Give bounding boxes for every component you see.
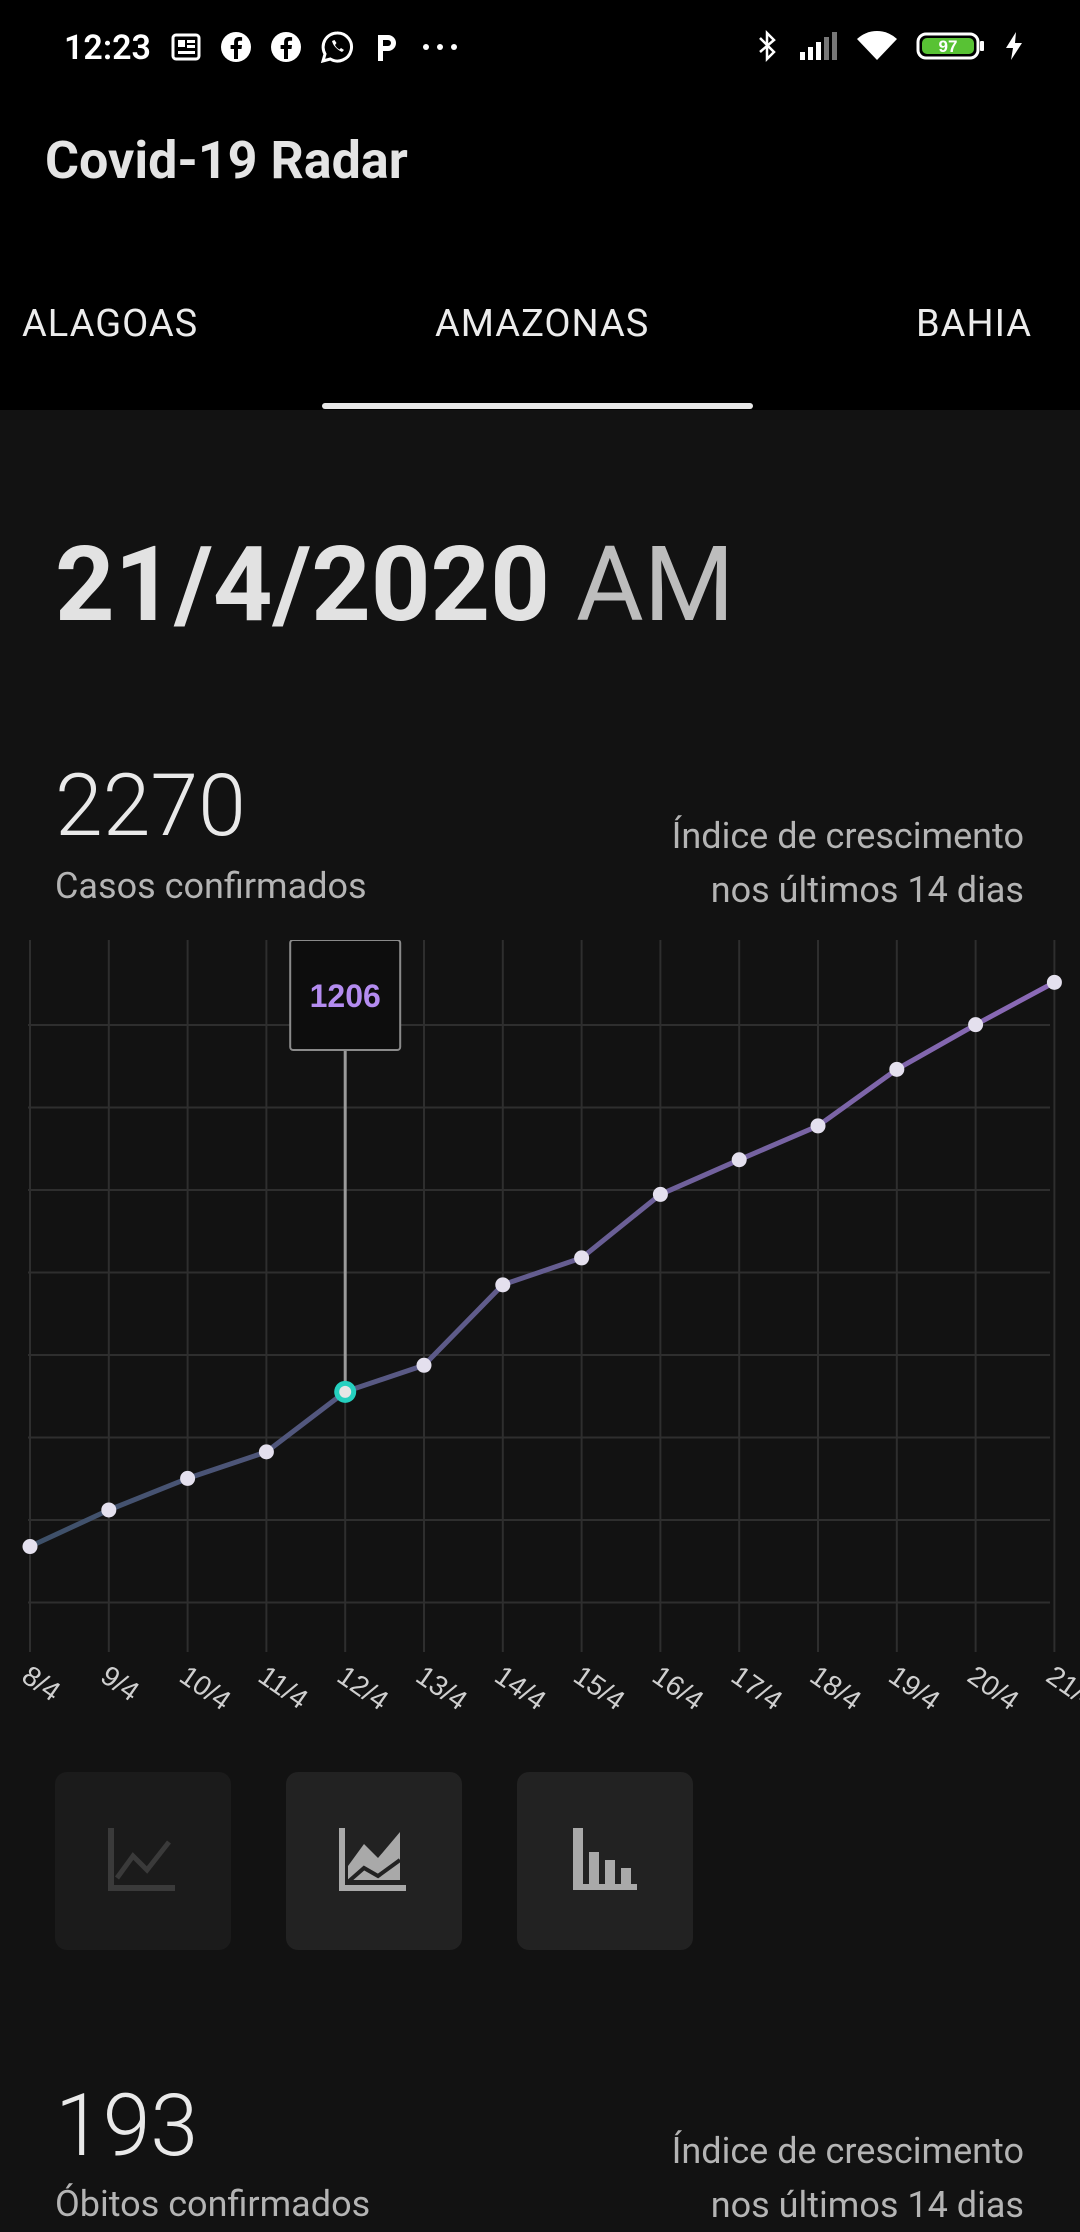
status-time: 12:23 [64, 28, 151, 68]
date-ampm: AM [575, 525, 735, 646]
data-point [101, 1502, 117, 1518]
facebook-icon [271, 32, 301, 62]
charging-icon [1006, 32, 1022, 60]
data-point [258, 1444, 274, 1460]
x-axis-label: 9/4 [95, 1660, 145, 1708]
confirmed-cases-chart[interactable]: 8/4 9/4 10/4 11/4 12/4 13/4 14/4 15/4 16/4 17/4 18… [0, 940, 1080, 1740]
deaths-growth-line2: nos últimos 14 dias [710, 2184, 1024, 2226]
data-point [968, 1017, 984, 1033]
x-axis-label: 13/4 [411, 1660, 473, 1717]
date-value: 21/4/2020 [55, 525, 550, 646]
p-app-icon [378, 35, 396, 61]
x-axis-labels: 8/4 9/4 10/4 11/4 12/4 13/4 14/4 15/4 16/4 17/4 18… [17, 1660, 1080, 1717]
x-axis-label: 14/4 [489, 1660, 551, 1717]
data-point [180, 1470, 196, 1486]
x-axis-label: 11/4 [253, 1660, 314, 1715]
bluetooth-icon [759, 29, 776, 63]
news-icon [171, 33, 201, 61]
confirmed-label: Casos confirmados [55, 865, 367, 907]
area-chart-button[interactable] [286, 1772, 462, 1950]
confirmed-growth-label: Índice de crescimento nos últimos 14 dia… [524, 809, 1024, 917]
confirmed-growth-line2: nos últimos 14 dias [710, 869, 1024, 911]
report-date: 21/4/2020 AM [55, 525, 735, 646]
facebook-icon [221, 32, 251, 62]
area-chart-icon [339, 1828, 406, 1891]
battery-level: 97 [939, 37, 958, 56]
x-axis-label: 17/4 [726, 1660, 788, 1717]
data-point [889, 1061, 905, 1077]
tab-indicator [322, 403, 753, 409]
x-axis-label: 15/4 [568, 1660, 630, 1717]
x-axis-label: 20/4 [962, 1660, 1024, 1717]
x-axis-label: 12/4 [332, 1660, 394, 1717]
data-point [731, 1152, 747, 1168]
status-bar: 12:23 97 [0, 0, 1080, 100]
system-icons: 97 [756, 28, 1024, 64]
x-axis-label: 18/4 [805, 1660, 867, 1717]
data-point-highlighted-center [339, 1385, 352, 1398]
deaths-growth-line1: Índice de crescimento [671, 2130, 1024, 2172]
data-point [574, 1250, 590, 1266]
wifi-icon [857, 31, 897, 60]
more-dots-icon [423, 44, 457, 50]
confirmed-growth-line1: Índice de crescimento [671, 815, 1024, 857]
data-point [22, 1539, 38, 1555]
data-point [1046, 974, 1062, 990]
tooltip-value: 1206 [310, 978, 381, 1014]
confirmed-count: 2270 [55, 755, 246, 856]
line-chart-icon [108, 1828, 175, 1891]
tab-alagoas[interactable]: ALAGOAS [22, 302, 198, 346]
deaths-growth-label: Índice de crescimento nos últimos 14 dia… [524, 2124, 1024, 2232]
deaths-count: 193 [55, 2075, 199, 2176]
data-point [416, 1357, 432, 1373]
deaths-label: Óbitos confirmados [55, 2183, 371, 2225]
bar-chart-button[interactable] [517, 1772, 693, 1950]
signal-icon [800, 32, 837, 60]
data-point [495, 1277, 511, 1293]
data-point [810, 1118, 826, 1134]
data-point [652, 1186, 668, 1202]
chart-grid [28, 940, 1056, 1652]
x-axis-label: 21/4 [1041, 1660, 1080, 1717]
x-axis-label: 10/4 [174, 1660, 236, 1717]
line-chart-button[interactable] [55, 1772, 231, 1950]
bar-chart-icon [573, 1828, 637, 1890]
app-bar: Covid-19 Radar [0, 100, 1080, 260]
tab-bahia[interactable]: BAHIA [916, 302, 1032, 346]
app-title: Covid-19 Radar [45, 130, 408, 191]
chart-tooltip: 1206 [289, 940, 402, 1051]
notification-icons [170, 30, 460, 64]
battery-icon: 97 [916, 32, 984, 60]
x-axis-label: 19/4 [883, 1660, 945, 1717]
x-axis-label: 16/4 [647, 1660, 709, 1717]
tab-amazonas[interactable]: AMAZONAS [435, 302, 649, 346]
x-axis-label: 8/4 [17, 1660, 67, 1708]
state-tabs: ALAGOAS AMAZONAS BAHIA [0, 260, 1080, 410]
whatsapp-icon [320, 31, 353, 64]
